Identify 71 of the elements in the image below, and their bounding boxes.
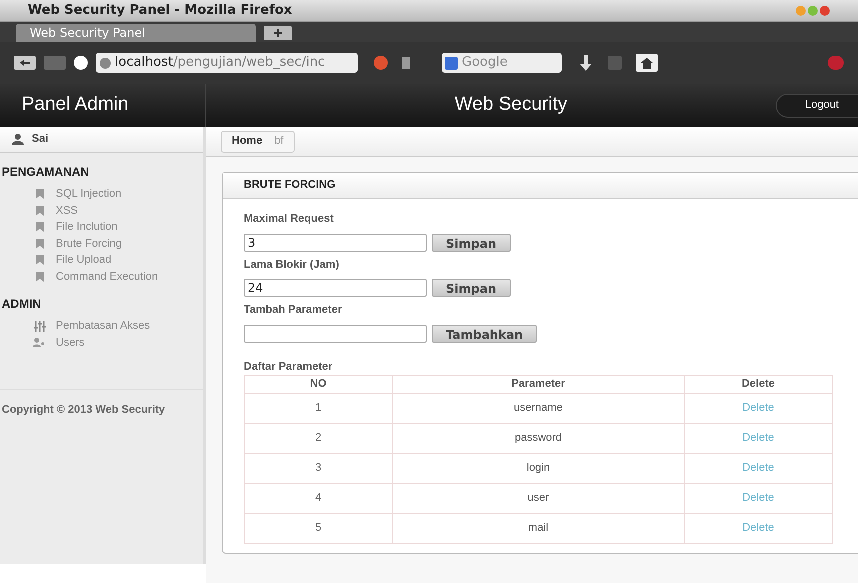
column-header: Parameter bbox=[392, 376, 684, 393]
bookmark-icon bbox=[36, 272, 44, 282]
column-header: Delete bbox=[684, 376, 832, 393]
sidebar-heading: PENGAMANAN bbox=[1, 164, 90, 181]
user-icon bbox=[12, 134, 24, 145]
maximize-button[interactable] bbox=[808, 6, 818, 16]
table-title: Daftar Parameter bbox=[244, 360, 334, 374]
search-placeholder: Google bbox=[462, 54, 508, 72]
save-button[interactable]: Simpan bbox=[432, 279, 510, 297]
bookmark-icon bbox=[36, 189, 44, 200]
new-tab-button[interactable] bbox=[264, 26, 292, 40]
url-text: localhost/pengujian/web_sec/inc bbox=[115, 54, 326, 72]
delete-link[interactable]: Delete bbox=[742, 492, 774, 504]
search-engine-icon bbox=[445, 56, 458, 70]
sidebar-item[interactable]: Brute Forcing bbox=[0, 236, 203, 252]
browser-tab[interactable]: Web Security Panel bbox=[16, 24, 256, 42]
user-name: Sai bbox=[32, 132, 49, 148]
globe-icon bbox=[100, 58, 111, 68]
users-icon bbox=[33, 338, 46, 348]
sidebar-heading: ADMIN bbox=[1, 296, 42, 313]
delete-link[interactable]: Delete bbox=[742, 522, 774, 534]
delete-link[interactable]: Delete bbox=[742, 462, 774, 474]
text-field[interactable]: 3 bbox=[244, 234, 427, 252]
table-cell: 3 bbox=[244, 453, 392, 483]
back-button[interactable] bbox=[14, 56, 36, 70]
url-field[interactable]: localhost/pengujian/web_sec/inc bbox=[96, 53, 358, 73]
table-cell: username bbox=[392, 393, 684, 423]
sidebar-item[interactable]: File Inclution bbox=[0, 219, 203, 236]
delete-link[interactable]: Delete bbox=[742, 402, 774, 414]
breadcrumb-link[interactable]: Home bbox=[232, 133, 263, 150]
table-cell: password bbox=[392, 423, 684, 453]
sidebar-item[interactable]: Pembatasan Akses bbox=[0, 318, 203, 334]
sidebar-item[interactable]: Users bbox=[0, 334, 203, 351]
download-icon[interactable] bbox=[580, 55, 592, 71]
table-cell: mail bbox=[392, 513, 684, 543]
sidebar-item[interactable]: XSS bbox=[0, 202, 203, 219]
table-cell: 4 bbox=[244, 483, 392, 513]
panel-title: BRUTE FORCING bbox=[244, 178, 336, 194]
save-button[interactable]: Simpan bbox=[432, 234, 510, 252]
bookmark-icon bbox=[36, 255, 44, 266]
search-field[interactable]: Google bbox=[442, 53, 562, 73]
logout-button[interactable]: Logout bbox=[776, 94, 858, 118]
column-header: NO bbox=[244, 376, 392, 393]
sidebar-item[interactable]: SQL Injection bbox=[0, 186, 203, 202]
back-arrow-icon bbox=[20, 60, 30, 66]
sidebar-item[interactable]: File Upload bbox=[0, 252, 203, 268]
table-cell: 5 bbox=[244, 513, 392, 543]
text-field[interactable]: 24 bbox=[244, 279, 427, 297]
table-cell: login bbox=[392, 453, 684, 483]
window-title: Web Security Panel - Mozilla Firefox bbox=[28, 2, 292, 20]
header-title: Web Security bbox=[454, 93, 568, 118]
table-cell: 2 bbox=[244, 423, 392, 453]
home-button[interactable] bbox=[636, 54, 658, 72]
sliders-icon bbox=[34, 320, 46, 332]
bookmark-icon bbox=[36, 238, 44, 249]
close-button[interactable] bbox=[820, 6, 830, 16]
sidebar-item[interactable]: Command Execution bbox=[0, 268, 203, 285]
bookmark-icon bbox=[36, 222, 44, 232]
field-label: Lama Blokir (Jam) bbox=[244, 258, 340, 272]
breadcrumb-link[interactable]: bf bbox=[274, 133, 284, 150]
table-cell: 1 bbox=[244, 393, 392, 423]
delete-link[interactable]: Delete bbox=[742, 432, 774, 444]
text-field[interactable] bbox=[244, 324, 427, 342]
home-icon bbox=[641, 58, 653, 68]
field-label: Tambah Parameter bbox=[244, 303, 344, 318]
plus-icon bbox=[274, 29, 282, 37]
table-cell: user bbox=[392, 483, 684, 513]
bookmark-icon bbox=[36, 206, 44, 216]
field-label: Maximal Request bbox=[244, 212, 335, 227]
copyright-text: Copyright © 2013 Web Security bbox=[2, 404, 166, 416]
save-button[interactable]: Tambahkan bbox=[432, 324, 538, 342]
